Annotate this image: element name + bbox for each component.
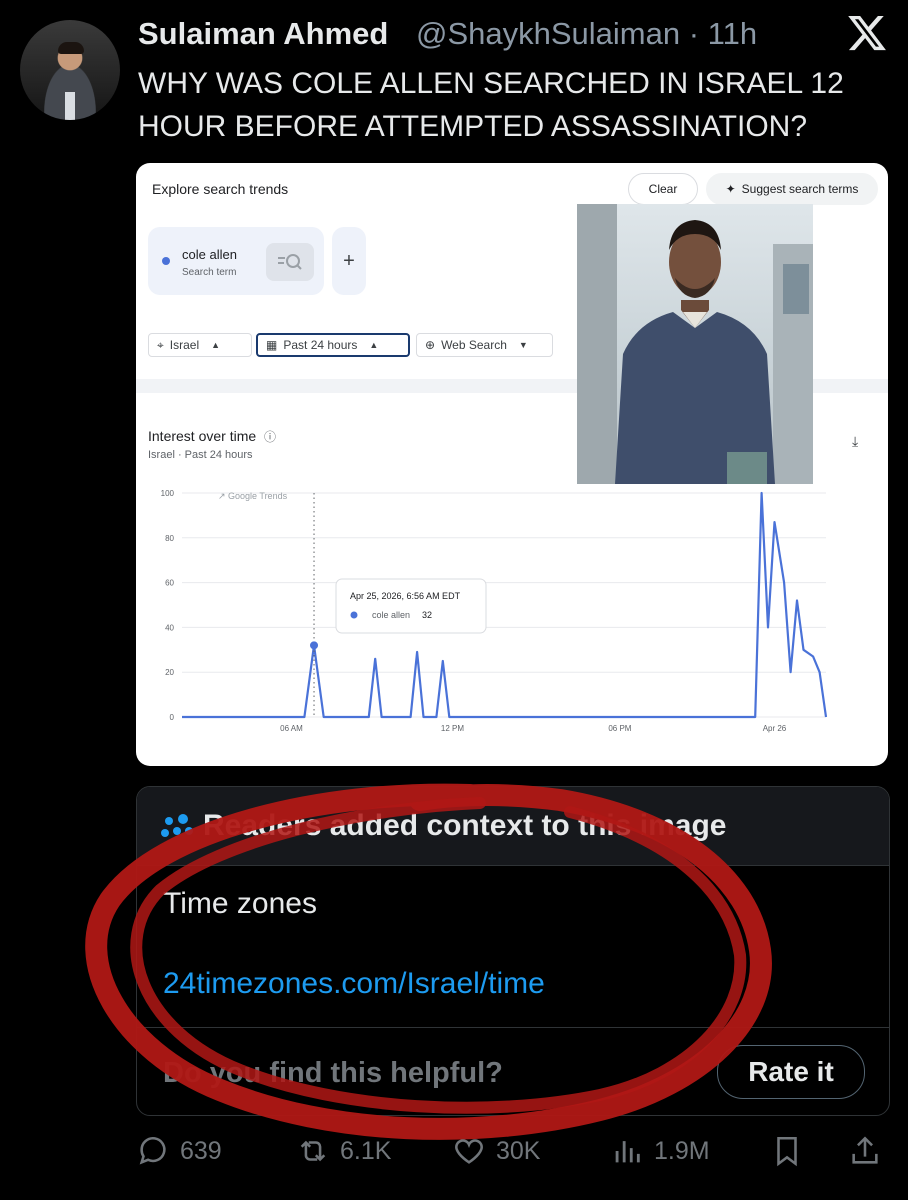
globe-icon: ⊕ (425, 338, 436, 352)
interest-over-time-chart: 100 80 60 40 20 0 06 AM 12 PM 06 PM Apr 26 ↗ Googl… (161, 489, 828, 733)
x-tick-label: 12 PM (441, 724, 464, 733)
repost-icon (300, 1140, 326, 1162)
tooltip-date: Apr 25, 2026, 6:56 AM EDT (350, 591, 461, 601)
note-source-link[interactable]: 24timezones.com/Israel/time (163, 967, 545, 1001)
tweet-text: WHY WAS COLE ALLEN SEARCHED IN ISRAEL 12… (138, 67, 844, 143)
suggest-terms-button: ✦ Suggest search terms (706, 173, 878, 205)
bookmark-action[interactable] (770, 1134, 804, 1168)
term-color-dot (162, 257, 170, 265)
like-count: 30K (496, 1136, 541, 1165)
tooltip-dot (350, 611, 358, 619)
interest-subtitle: Israel · Past 24 hours (148, 449, 253, 461)
x-logo-icon (848, 15, 886, 51)
helpful-question: Do you find this helpful? (163, 1057, 503, 1089)
tooltip-term: cole allen (372, 610, 410, 620)
interest-over-time-title: Interest over time ⓘ (148, 428, 277, 444)
heart-icon (455, 1139, 483, 1164)
repost-action[interactable]: 6.1K (296, 1134, 391, 1168)
note-header-text: Readers added context to this image (203, 809, 727, 842)
clear-button: Clear (628, 173, 698, 205)
community-note: Readers added context to this image Time… (136, 786, 890, 1116)
views-action[interactable]: 1.9M (610, 1134, 710, 1168)
series-line-cole-allen (182, 491, 828, 719)
trends-screenshot-image[interactable]: Explore search trends Clear ✦ Suggest se… (136, 163, 888, 766)
suggest-label: Suggest search terms (741, 182, 859, 196)
note-divider (137, 1027, 889, 1028)
share-action[interactable] (848, 1134, 882, 1168)
person-photo (577, 204, 813, 484)
bookmark-icon (777, 1136, 797, 1167)
rate-it-button[interactable]: Rate it (717, 1045, 865, 1099)
views-chart-icon (615, 1141, 640, 1163)
author-handle-time[interactable]: @ShaykhSulaiman · 11h (416, 16, 757, 52)
source-dropdown: ⊕ Web Search ▼ (416, 333, 553, 357)
y-tick-label: 40 (165, 623, 174, 632)
x-tick-label: Apr 26 (763, 724, 787, 733)
caret-up-icon: ▲ (211, 340, 221, 350)
region-dropdown: ⌖ Israel ▲ (148, 333, 252, 357)
share-icon (852, 1136, 878, 1164)
reply-action[interactable]: 639 (136, 1134, 222, 1168)
y-tick-label: 60 (165, 579, 174, 588)
y-tick-label: 20 (165, 668, 174, 677)
reply-count: 639 (180, 1136, 222, 1165)
google-trends-watermark: ↗ Google Trends (218, 491, 288, 501)
reply-icon (139, 1137, 166, 1165)
people-icon (161, 814, 193, 837)
views-count: 1.9M (654, 1136, 710, 1165)
tooltip-value: 32 (422, 610, 432, 620)
add-term-button: + (332, 227, 366, 295)
hover-point (310, 641, 319, 650)
like-action[interactable]: 30K (452, 1134, 540, 1168)
region-value: Israel (169, 338, 200, 352)
period-value: Past 24 hours (283, 338, 358, 352)
search-term-card: cole allen Search term (148, 227, 324, 295)
tooltip-box (335, 578, 487, 634)
download-icon: ⤓ (852, 433, 859, 449)
y-tick-label: 100 (161, 489, 175, 498)
repost-count: 6.1K (340, 1136, 392, 1165)
term-type: Search term (182, 267, 237, 278)
term-search-icon (266, 243, 314, 281)
calendar-icon: ▦ (266, 338, 278, 352)
y-tick-label: 80 (165, 534, 174, 543)
note-body-text: Time zones (163, 887, 317, 920)
caret-up-icon: ▲ (369, 340, 379, 350)
note-header: Readers added context to this image (137, 787, 889, 866)
term-name: cole allen (182, 247, 237, 262)
y-tick-label: 0 (170, 713, 175, 722)
x-tick-label: 06 AM (280, 724, 303, 733)
info-icon: ⓘ (264, 430, 277, 444)
explore-trends-title: Explore search trends (152, 181, 289, 197)
source-value: Web Search (441, 338, 507, 352)
author-name[interactable]: Sulaiman Ahmed (138, 16, 388, 52)
period-dropdown: ▦ Past 24 hours ▲ (256, 333, 410, 357)
caret-down-icon: ▼ (518, 340, 528, 350)
sparkle-icon: ✦ (725, 182, 736, 196)
x-tick-label: 06 PM (608, 724, 631, 733)
location-pin-icon: ⌖ (157, 337, 164, 352)
author-avatar[interactable] (20, 20, 120, 120)
